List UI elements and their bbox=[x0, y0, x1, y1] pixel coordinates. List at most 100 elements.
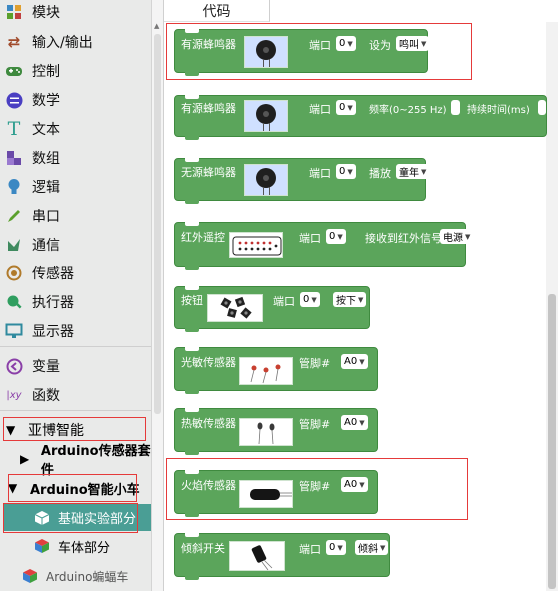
category-text[interactable]: T 文本 bbox=[0, 115, 151, 143]
duration-label: 持续时间(ms) bbox=[467, 105, 530, 116]
block-active-buzzer-tone[interactable]: 有源蜂鸣器 端口 0 ▼ 频率(0~255 Hz) 持续时间(ms) bbox=[174, 95, 547, 140]
category-comm[interactable]: 通信 bbox=[0, 231, 151, 259]
category-io[interactable]: ⇄ 输入/输出 bbox=[0, 28, 151, 56]
port-dropdown[interactable]: 0 ▼ bbox=[326, 540, 346, 555]
workspace-scrollbar[interactable] bbox=[546, 22, 558, 591]
song-dropdown[interactable]: 童年 ▼ bbox=[396, 164, 430, 179]
block-notch bbox=[185, 470, 199, 474]
category-array[interactable]: 数组 bbox=[0, 144, 151, 172]
category-label: 输入/输出 bbox=[32, 35, 93, 51]
block-flame-sensor[interactable]: 火焰传感器 管脚# A0 ▼ bbox=[174, 470, 378, 517]
tree-item-basic-exp[interactable]: 基础实验部分 bbox=[4, 504, 151, 531]
block-ir-remote[interactable]: 红外遥控 端口 0 ▼ 接收到红外信号 电源 ▼ bbox=[174, 222, 474, 270]
buzzer-leg bbox=[263, 123, 264, 131]
port-dropdown[interactable]: 0 ▼ bbox=[326, 229, 346, 244]
dropdown-arrow-icon: ▼ bbox=[380, 543, 386, 552]
tree-label: 亚博智能 bbox=[28, 423, 84, 439]
category-math[interactable]: 数学 bbox=[0, 86, 151, 114]
category-actuator[interactable]: 执行器 bbox=[0, 288, 151, 316]
block-notch bbox=[185, 29, 199, 33]
block-title: 按钮 bbox=[181, 294, 203, 307]
bulb-icon bbox=[5, 178, 23, 196]
sidebar-scroll-thumb[interactable] bbox=[154, 34, 161, 414]
category-logic[interactable]: 逻辑 bbox=[0, 173, 151, 201]
category-function[interactable]: |xy 函数 bbox=[0, 381, 151, 409]
category-display[interactable]: 显示器 bbox=[0, 317, 151, 345]
block-button[interactable]: 按钮 端口 0 ▼ 按下 ▼ bbox=[174, 286, 370, 332]
pin-dropdown[interactable]: A0 ▼ bbox=[341, 354, 368, 369]
category-modules[interactable]: 模块 bbox=[0, 0, 151, 26]
category-label: 函数 bbox=[32, 388, 60, 404]
category-variable[interactable]: 变量 bbox=[0, 352, 151, 380]
pin-label: 管脚# bbox=[299, 357, 331, 370]
port-dropdown[interactable]: 0 ▼ bbox=[336, 36, 356, 51]
light-sensor-image bbox=[239, 357, 293, 385]
category-label: 模块 bbox=[32, 5, 60, 21]
buzzer-leg bbox=[269, 59, 270, 67]
tree-item-smart-car[interactable]: ▼ Arduino智能小车 bbox=[8, 475, 151, 501]
workspace-scroll-thumb[interactable] bbox=[548, 294, 556, 589]
pin-dropdown[interactable]: A0 ▼ bbox=[341, 477, 368, 492]
block-notch bbox=[185, 390, 199, 394]
block-notch bbox=[185, 328, 199, 332]
dropdown-value: 0 bbox=[329, 542, 336, 553]
dropdown-value: 0 bbox=[339, 102, 346, 113]
block-title: 有源蜂鸣器 bbox=[181, 38, 236, 51]
separator bbox=[0, 346, 151, 347]
frequency-input-slot[interactable] bbox=[451, 100, 460, 115]
thermal-sensor-image bbox=[239, 418, 293, 446]
scroll-up-icon[interactable]: ▲ bbox=[154, 22, 159, 30]
duration-input-slot[interactable] bbox=[538, 100, 546, 115]
block-active-buzzer-set[interactable]: 有源蜂鸣器 端口 0 ▼ 设为 鸣叫 ▼ bbox=[174, 29, 430, 76]
tilt-state-dropdown[interactable]: 倾斜 ▼ bbox=[355, 540, 389, 555]
dropdown-arrow-icon: ▼ bbox=[358, 295, 364, 304]
port-dropdown[interactable]: 0 ▼ bbox=[336, 164, 356, 179]
block-notch bbox=[185, 533, 199, 537]
state-dropdown[interactable]: 鸣叫 ▼ bbox=[396, 36, 430, 51]
ir-signal-dropdown[interactable]: 电源 ▼ bbox=[440, 229, 474, 244]
category-label: 传感器 bbox=[32, 266, 74, 282]
port-dropdown[interactable]: 0 ▼ bbox=[300, 292, 320, 307]
block-notch bbox=[185, 451, 199, 455]
tree-label: 基础实验部分 bbox=[58, 512, 137, 527]
button-state-dropdown[interactable]: 按下 ▼ bbox=[333, 292, 367, 307]
category-sensor[interactable]: 传感器 bbox=[0, 259, 151, 287]
tree-label: Arduino智能小车 bbox=[30, 482, 140, 498]
buzzer-icon bbox=[256, 40, 276, 60]
actuator-icon bbox=[5, 293, 23, 311]
category-serial[interactable]: 串口 bbox=[0, 202, 151, 230]
block-light-sensor[interactable]: 光敏传感器 管脚# A0 ▼ bbox=[174, 347, 378, 394]
category-label: 显示器 bbox=[32, 324, 74, 340]
port-label: 端口 bbox=[299, 232, 321, 245]
pin-dropdown[interactable]: A0 ▼ bbox=[341, 415, 368, 430]
dropdown-value: 鸣叫 bbox=[399, 40, 419, 51]
category-label: 串口 bbox=[32, 209, 60, 225]
category-label: 数组 bbox=[32, 151, 60, 167]
block-passive-buzzer[interactable]: 无源蜂鸣器 端口 0 ▼ 播放 童年 ▼ bbox=[174, 158, 430, 204]
collapsed-arrow-icon: ▶ bbox=[20, 452, 30, 466]
block-title: 倾斜开关 bbox=[181, 542, 225, 555]
dropdown-arrow-icon: ▼ bbox=[311, 295, 317, 304]
tree-item-car-body[interactable]: 车体部分 bbox=[4, 533, 151, 559]
play-label: 播放 bbox=[369, 167, 391, 180]
block-notch bbox=[185, 72, 199, 76]
tab-code[interactable]: 代码 bbox=[164, 0, 270, 22]
variable-icon bbox=[5, 357, 23, 375]
gamepad-icon bbox=[5, 62, 23, 80]
dropdown-value: A0 bbox=[344, 356, 358, 367]
dropdown-value: 0 bbox=[329, 231, 336, 242]
block-title: 热敏传感器 bbox=[181, 417, 236, 430]
block-title: 光敏传感器 bbox=[181, 356, 236, 369]
thermistor-icon bbox=[257, 422, 275, 445]
dropdown-arrow-icon: ▼ bbox=[359, 480, 365, 489]
flame-sensor-icon bbox=[250, 489, 292, 500]
block-tilt-switch[interactable]: 倾斜开关 端口 0 ▼ 倾斜 ▼ bbox=[174, 533, 390, 580]
tree-item-more[interactable]: Arduino蝙蝠车 bbox=[4, 563, 151, 589]
category-label: 执行器 bbox=[32, 295, 74, 311]
port-label: 端口 bbox=[309, 103, 331, 116]
port-dropdown[interactable]: 0 ▼ bbox=[336, 100, 356, 115]
tree-item-sensor-kit[interactable]: ▶ Arduino传感器套件 bbox=[20, 444, 151, 478]
category-control[interactable]: 控制 bbox=[0, 57, 151, 85]
sidebar-scrollbar[interactable]: ▲ bbox=[152, 0, 164, 591]
block-thermal-sensor[interactable]: 热敏传感器 管脚# A0 ▼ bbox=[174, 408, 378, 455]
